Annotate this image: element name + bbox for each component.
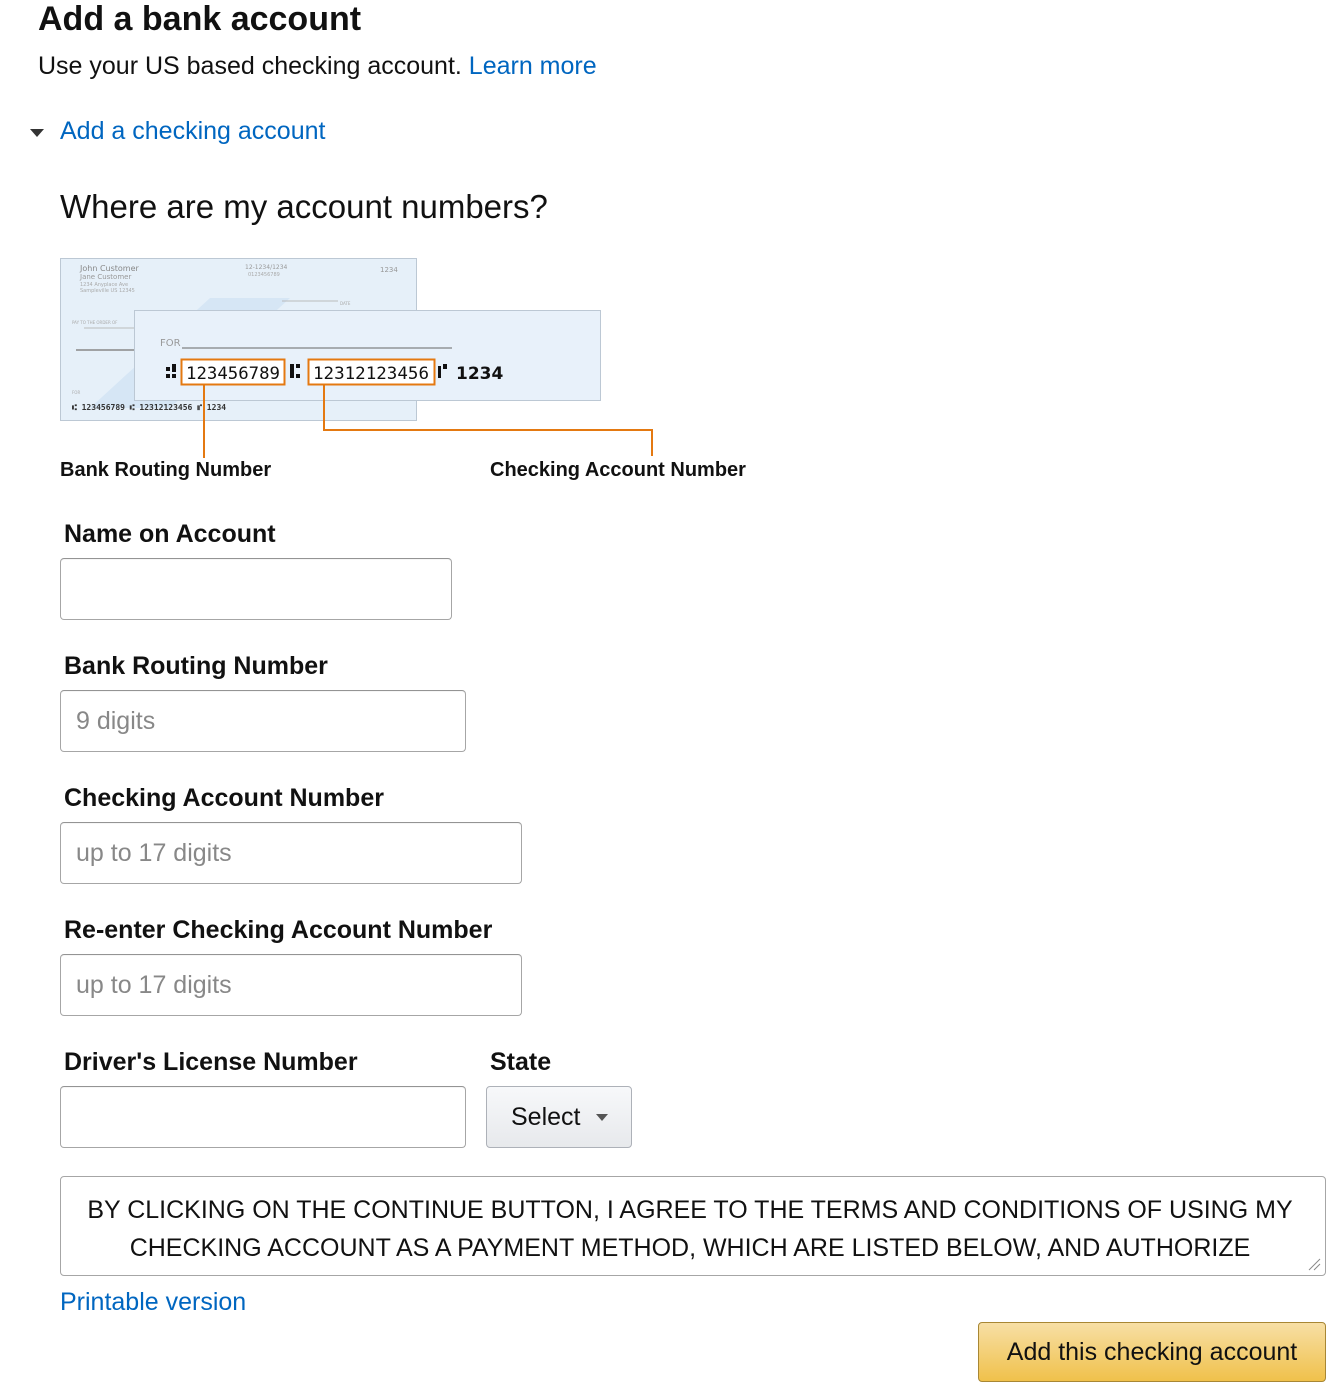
back-check-top-num2: 0123456789 (248, 272, 280, 278)
account-caption: Checking Account Number (490, 459, 746, 481)
state-select-value: Select (511, 1102, 581, 1131)
learn-more-link[interactable]: Learn more (469, 52, 597, 80)
triangle-down-icon (30, 128, 44, 137)
terms-textarea[interactable]: BY CLICKING ON THE CONTINUE BUTTON, I AG… (60, 1176, 1326, 1276)
account-number-input[interactable] (60, 822, 522, 884)
license-label: Driver's License Number (64, 1048, 358, 1076)
check-number-sample: 1234 (456, 364, 503, 384)
expander-label: Add a checking account (60, 117, 326, 145)
back-check-date: DATE (340, 301, 351, 306)
reenter-account-input[interactable] (60, 954, 522, 1016)
printable-version-link[interactable]: Printable version (60, 1288, 246, 1317)
add-checking-expander[interactable]: Add a checking account (30, 117, 325, 146)
routing-label: Bank Routing Number (64, 652, 328, 680)
back-check-city: Sampleville US 12345 (80, 288, 135, 294)
account-label: Checking Account Number (64, 784, 384, 812)
reenter-label: Re-enter Checking Account Number (64, 916, 493, 944)
subtitle-text: Use your US based checking account. (38, 52, 462, 80)
state-select[interactable]: Select (486, 1086, 632, 1148)
check-illustration: John Customer Jane Customer 1234 Anyplac… (60, 258, 780, 490)
check-diagram: John Customer Jane Customer 1234 Anyplac… (60, 258, 653, 458)
back-check-for: FOR (72, 390, 80, 395)
routing-caption: Bank Routing Number (60, 459, 272, 481)
chevron-down-icon (596, 1113, 609, 1121)
back-check-name: John Customer (79, 264, 140, 273)
page-title: Add a bank account (38, 0, 362, 38)
help-heading: Where are my account numbers? (60, 188, 548, 225)
name-label: Name on Account (64, 520, 276, 548)
back-check-name2: Jane Customer (79, 273, 131, 281)
front-check-for: FOR (160, 338, 181, 349)
account-number-sample: 12312123456 (313, 364, 429, 384)
resize-grip-icon[interactable] (1307, 1257, 1321, 1271)
add-checking-account-button[interactable]: Add this checking account (978, 1322, 1326, 1382)
back-check-payto: PAY TO THE ORDER OF (72, 320, 118, 325)
terms-text: BY CLICKING ON THE CONTINUE BUTTON, I AG… (87, 1196, 1293, 1275)
back-check-number: 1234 (380, 266, 398, 274)
name-on-account-input[interactable] (60, 558, 452, 620)
routing-number-input[interactable] (60, 690, 466, 752)
drivers-license-input[interactable] (60, 1086, 466, 1148)
routing-number-sample: 123456789 (186, 364, 280, 384)
page-subtitle: Use your US based checking account. Lear… (38, 52, 597, 81)
state-label: State (490, 1048, 552, 1076)
back-check-top-num: 12-1234/1234 (245, 264, 288, 271)
